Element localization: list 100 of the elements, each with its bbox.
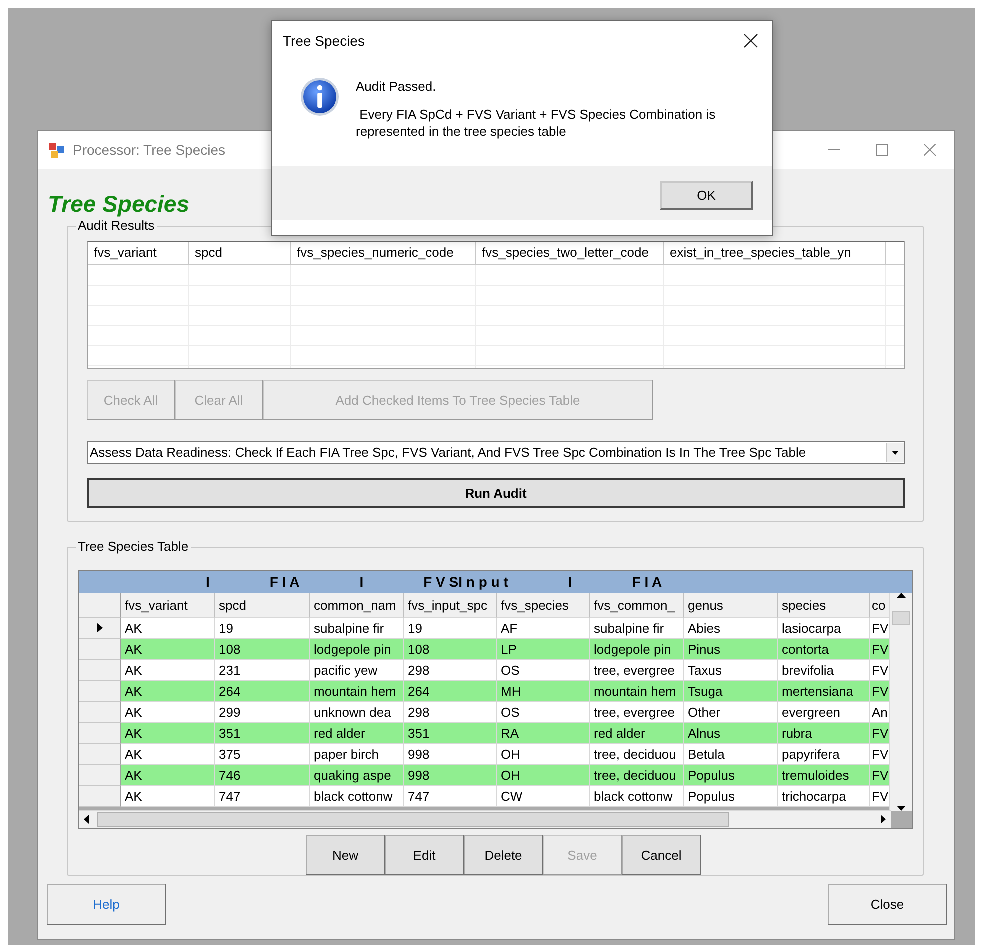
page-heading: Tree Species bbox=[48, 191, 190, 218]
scrollbar-thumb[interactable] bbox=[892, 611, 910, 625]
table-cell: CW bbox=[497, 786, 590, 807]
table-action-button[interactable]: Cancel bbox=[622, 835, 701, 875]
table-cell: AK bbox=[121, 744, 215, 765]
message-title: Audit Passed. bbox=[356, 79, 438, 94]
table-cell: MH bbox=[497, 681, 590, 702]
scroll-left-icon[interactable] bbox=[84, 815, 89, 824]
table-cell: FV bbox=[870, 786, 891, 807]
column-header[interactable]: co bbox=[870, 593, 891, 618]
table-cell: mertensiana bbox=[778, 681, 870, 702]
table-action-button[interactable]: Delete bbox=[464, 835, 543, 875]
table-cell: AF bbox=[497, 618, 590, 639]
scroll-down-icon[interactable] bbox=[896, 806, 906, 811]
table-cell: 264 bbox=[215, 681, 310, 702]
column-header[interactable]: species bbox=[778, 593, 870, 618]
table-cell: FV bbox=[870, 639, 891, 660]
table-cell: FV bbox=[870, 765, 891, 786]
table-cell: AK bbox=[121, 723, 215, 744]
dialog-title: Tree Species bbox=[283, 33, 365, 49]
table-cell: AK bbox=[121, 660, 215, 681]
table-cell: trichocarpa bbox=[778, 786, 870, 807]
table-cell: subalpine fir bbox=[310, 618, 404, 639]
vertical-scrollbar[interactable] bbox=[889, 593, 912, 811]
table-cell: contorta bbox=[778, 639, 870, 660]
table-cell: AK bbox=[121, 786, 215, 807]
table-cell: AK bbox=[121, 765, 215, 786]
table-cell: 298 bbox=[404, 660, 497, 681]
column-header[interactable]: fvs_common_ bbox=[590, 593, 684, 618]
scroll-right-icon[interactable] bbox=[881, 815, 886, 824]
app-icon bbox=[48, 142, 65, 158]
table-cell: mountain hem bbox=[310, 681, 404, 702]
table-cell: FV bbox=[870, 744, 891, 765]
table-cell: lodgepole pin bbox=[310, 639, 404, 660]
table-cell: paper birch bbox=[310, 744, 404, 765]
table-cell: AK bbox=[121, 618, 215, 639]
table-cell: Populus bbox=[684, 786, 778, 807]
column-header[interactable]: fvs_input_spc bbox=[404, 593, 497, 618]
table-cell: Tsuga bbox=[684, 681, 778, 702]
run-audit-button[interactable]: Run Audit bbox=[87, 478, 905, 508]
maximize-icon[interactable] bbox=[876, 144, 888, 156]
table-cell: AK bbox=[121, 681, 215, 702]
column-header[interactable]: common_nam bbox=[310, 593, 404, 618]
group-label: Tree Species Table bbox=[76, 539, 191, 555]
column-header[interactable]: spcd bbox=[215, 593, 310, 618]
audit-dropdown[interactable]: Assess Data Readiness: Check If Each FIA Tree Spc, FVS Variant, And FVS Tree Spc Combination Is In The Tree Spc Table bbox=[87, 441, 905, 464]
close-icon[interactable] bbox=[744, 34, 758, 48]
table-cell: 19 bbox=[404, 618, 497, 639]
table-cell: unknown dea bbox=[310, 702, 404, 723]
table-cell: 299 bbox=[215, 702, 310, 723]
scrollbar-thumb[interactable] bbox=[97, 812, 729, 827]
table-cell: Abies bbox=[684, 618, 778, 639]
table-cell: 108 bbox=[404, 639, 497, 660]
table-cell: quaking aspe bbox=[310, 765, 404, 786]
table-cell: black cottonw bbox=[310, 786, 404, 807]
table-cell: 747 bbox=[404, 786, 497, 807]
table-cell: 998 bbox=[404, 744, 497, 765]
column-group-band: I F I A I F V SI n p u t I F I A bbox=[79, 571, 912, 593]
audit-results-grid[interactable]: fvs_variant spcd fvs_species_numeric_code fvs_species_two_letter_code exist_in_tree_species_table_yn bbox=[87, 241, 905, 369]
table-cell: brevifolia bbox=[778, 660, 870, 681]
ok-button[interactable]: OK bbox=[660, 181, 753, 210]
table-cell: tree, deciduou bbox=[590, 744, 684, 765]
column-header[interactable]: fvs_species bbox=[497, 593, 590, 618]
column-header[interactable]: genus bbox=[684, 593, 778, 618]
table-cell: papyrifera bbox=[778, 744, 870, 765]
window-title: Processor: Tree Species bbox=[73, 142, 227, 158]
table-cell: Pinus bbox=[684, 639, 778, 660]
row-header[interactable] bbox=[79, 618, 121, 639]
table-cell: Taxus bbox=[684, 660, 778, 681]
table-cell: lodgepole pin bbox=[590, 639, 684, 660]
table-cell: 375 bbox=[215, 744, 310, 765]
horizontal-scrollbar[interactable] bbox=[79, 810, 891, 828]
table-cell: red alder bbox=[590, 723, 684, 744]
table-cell: 351 bbox=[215, 723, 310, 744]
table-action-button[interactable]: Edit bbox=[385, 835, 464, 875]
table-cell: rubra bbox=[778, 723, 870, 744]
table-cell: OS bbox=[497, 702, 590, 723]
table-cell: Populus bbox=[684, 765, 778, 786]
table-cell: AK bbox=[121, 702, 215, 723]
message-text: Every FIA SpCd + FVS Variant + FVS Species Combination is represented in the tree species table bbox=[356, 106, 717, 140]
column-header[interactable]: fvs_variant bbox=[121, 593, 215, 618]
table-cell: AK bbox=[121, 639, 215, 660]
table-cell: 231 bbox=[215, 660, 310, 681]
table-cell: lasiocarpa bbox=[778, 618, 870, 639]
close-button[interactable]: Close bbox=[828, 884, 947, 925]
table-cell: FV bbox=[870, 681, 891, 702]
help-button[interactable]: Help bbox=[47, 884, 166, 925]
dropdown-arrow-icon bbox=[892, 450, 899, 454]
table-cell: 108 bbox=[215, 639, 310, 660]
table-cell: black cottonw bbox=[590, 786, 684, 807]
table-cell: mountain hem bbox=[590, 681, 684, 702]
info-icon bbox=[300, 77, 340, 117]
table-cell: 998 bbox=[404, 765, 497, 786]
table-cell: FV bbox=[870, 618, 891, 639]
table-cell: 19 bbox=[215, 618, 310, 639]
table-cell: subalpine fir bbox=[590, 618, 684, 639]
table-cell: Betula bbox=[684, 744, 778, 765]
table-cell: tree, evergree bbox=[590, 702, 684, 723]
table-cell: Alnus bbox=[684, 723, 778, 744]
table-action-button[interactable]: New bbox=[306, 835, 385, 875]
